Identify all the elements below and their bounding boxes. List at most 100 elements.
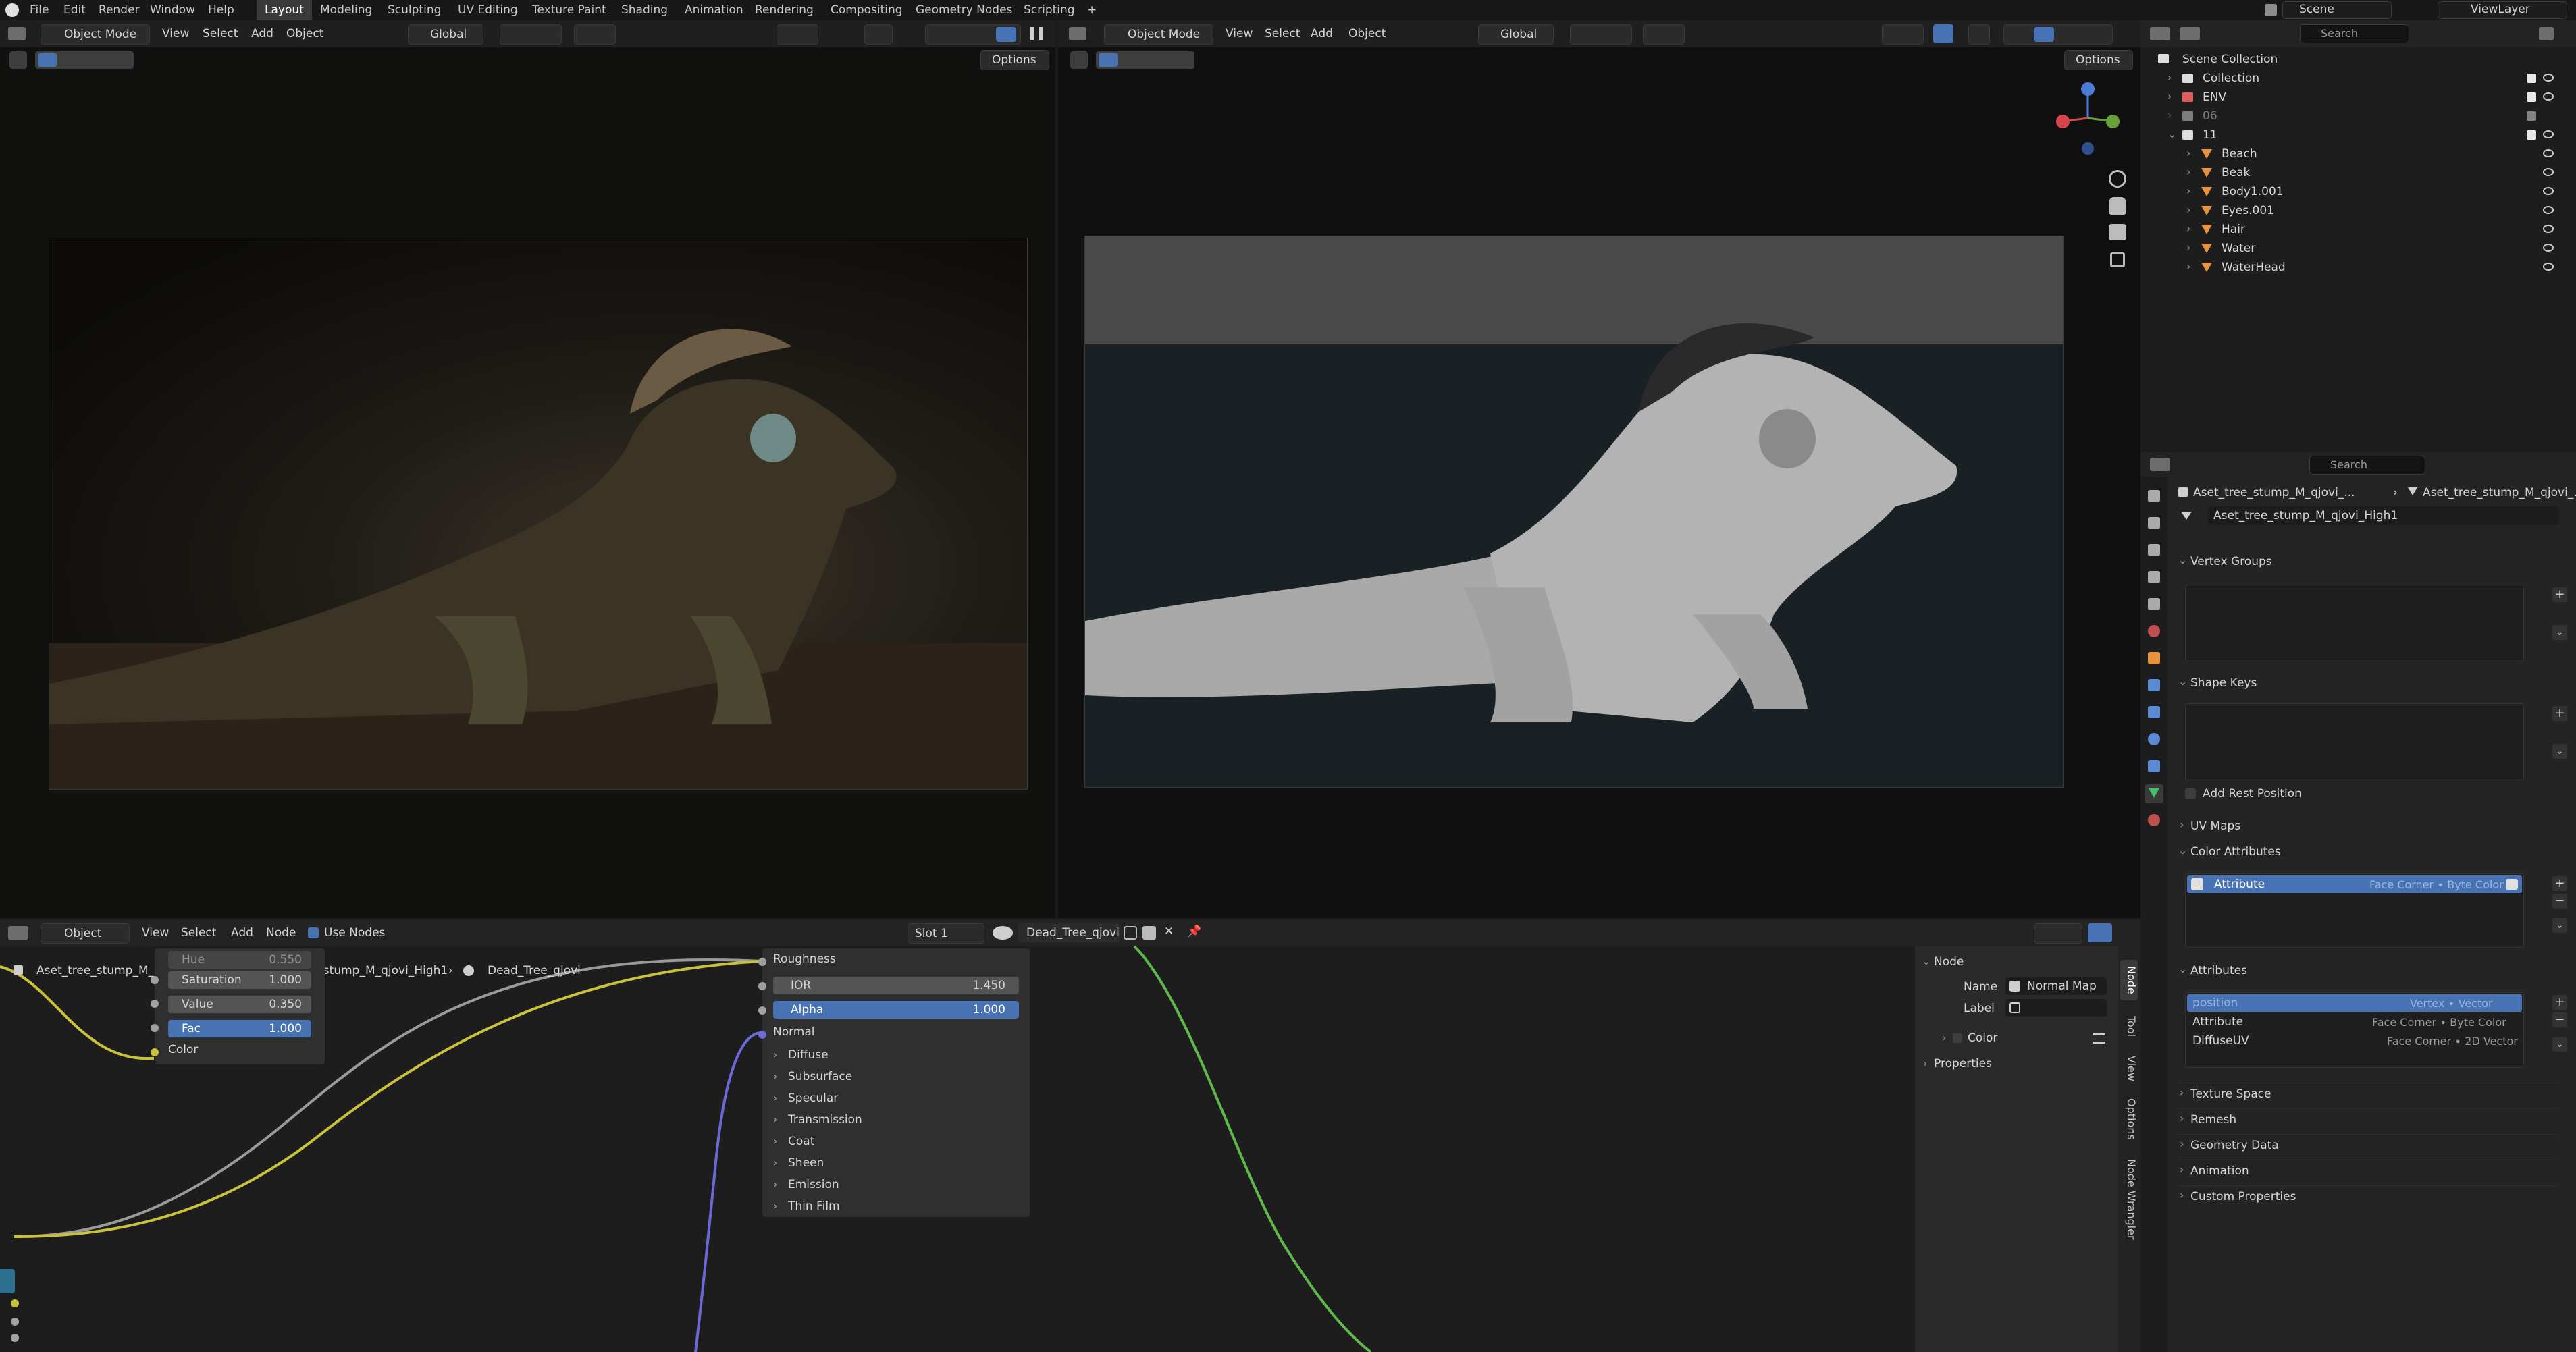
menu-edit[interactable]: Edit (63, 0, 86, 20)
menu-view[interactable]: View (162, 27, 189, 40)
node-color-subpanel[interactable]: › Color (1942, 1029, 2111, 1048)
select-tool-icon[interactable] (9, 51, 27, 69)
panel-specular[interactable]: › Specular (773, 1089, 1016, 1108)
chevron-down-icon[interactable]: ⌄ (2167, 128, 2176, 140)
menu-help[interactable]: Help (208, 0, 234, 20)
workspace-tab-uv-editing[interactable]: UV Editing (458, 0, 518, 20)
value-field[interactable]: Value 0.350 (168, 996, 311, 1013)
checkbox-icon[interactable] (2527, 74, 2536, 83)
sidebar-node-section-header[interactable]: ⌄ Node (1922, 953, 2111, 971)
panel-subsurface[interactable]: › Subsurface (773, 1067, 1016, 1086)
pause-render-icon[interactable] (1030, 27, 1043, 40)
menu-view[interactable]: View (1226, 27, 1253, 40)
color-attribute-menu-icon[interactable]: ⌄ (2552, 918, 2567, 933)
sidebar-tab-node[interactable]: Node (2120, 960, 2138, 1000)
list-icon[interactable] (2093, 1033, 2105, 1044)
offscreen-node-edge[interactable] (0, 1269, 15, 1293)
scene-tab-icon[interactable] (2148, 598, 2160, 610)
panel-vertex-groups-header[interactable]: ⌄ Vertex Groups (2178, 553, 2556, 571)
eye-icon[interactable] (2543, 130, 2554, 138)
panel-sheen[interactable]: › Sheen (773, 1154, 1016, 1172)
output-socket[interactable] (11, 1299, 19, 1307)
vertex-group-add-icon[interactable]: + (2552, 587, 2567, 602)
outliner-row[interactable]: › Body1.001 (2140, 182, 2576, 201)
normal-socket[interactable] (758, 1031, 766, 1039)
chevron-right-icon[interactable]: › (2186, 222, 2190, 235)
outliner-row[interactable]: › Water (2140, 239, 2576, 258)
fac-field[interactable]: Fac 1.000 (168, 1020, 311, 1037)
eye-icon[interactable] (2543, 187, 2554, 195)
editor-type-icon[interactable] (1069, 27, 1086, 40)
menu-object[interactable]: Object (286, 27, 323, 40)
pan-hand-icon[interactable] (2109, 197, 2126, 215)
saturation-field[interactable]: Saturation 1.000 (168, 971, 311, 989)
panel-shape-keys-header[interactable]: ⌄ Shape Keys (2178, 675, 2556, 693)
snap-toggle[interactable] (1570, 24, 1632, 45)
rendered-shading-icon[interactable] (996, 27, 1016, 42)
sidebar-tab-view[interactable]: View (2120, 1052, 2138, 1085)
eye-icon[interactable] (2543, 206, 2554, 214)
outliner-row[interactable]: ⌄ 11 (2140, 126, 2576, 144)
shading-mode-group[interactable] (2003, 24, 2113, 45)
menu-object[interactable]: Object (1348, 27, 1386, 40)
saturation-socket[interactable] (151, 976, 159, 984)
select-mode-group[interactable] (35, 51, 134, 69)
eye-icon[interactable] (2543, 74, 2554, 82)
panel-animation-header[interactable]: › Animation (2178, 1160, 2556, 1181)
chevron-right-icon[interactable]: › (2186, 260, 2190, 273)
visibility-toggle[interactable] (777, 24, 818, 45)
node-editor[interactable]: Object View Select Add Node Use Nodes Sl… (0, 919, 2140, 1352)
outliner-row[interactable]: › Beach (2140, 144, 2576, 163)
tool-tab-icon[interactable] (2148, 490, 2160, 502)
panel-color-attributes-header[interactable]: ⌄ Color Attributes (2178, 844, 2556, 861)
options-button[interactable]: Options (980, 50, 1049, 70)
viewport-left[interactable]: Object Mode View Select Add Object Globa… (0, 20, 1055, 918)
sidebar-tab-node-wrangler[interactable]: Node Wrangler (2120, 1156, 2138, 1243)
panel-geometry-data-header[interactable]: › Geometry Data (2178, 1134, 2556, 1155)
color-checkbox[interactable] (1953, 1033, 1962, 1043)
viewlayer-selector[interactable]: ViewLayer (2438, 1, 2567, 19)
object-tab-icon[interactable] (2148, 652, 2160, 664)
panel-uv-maps-header[interactable]: › UV Maps (2178, 818, 2556, 836)
outliner-row[interactable]: › 06 (2140, 107, 2576, 126)
attribute-remove-icon[interactable]: − (2552, 1012, 2567, 1027)
visibility-toggle[interactable] (1882, 24, 1924, 45)
material-tab-icon[interactable] (2148, 814, 2160, 826)
workspace-tab-modeling[interactable]: Modeling (320, 0, 372, 20)
output-socket[interactable] (11, 1318, 19, 1326)
chevron-right-icon[interactable]: › (2167, 90, 2172, 103)
vertex-groups-list[interactable] (2185, 585, 2524, 661)
outliner-row[interactable]: › Eyes.001 (2140, 201, 2576, 220)
color-attribute-add-icon[interactable]: + (2552, 876, 2567, 891)
panel-thin-film[interactable]: › Thin Film (773, 1197, 1016, 1216)
eye-icon[interactable] (2543, 168, 2554, 176)
gizmo-toggle[interactable] (864, 24, 893, 45)
eye-icon[interactable] (2543, 149, 2554, 157)
panel-custom-properties-header[interactable]: › Custom Properties (2178, 1185, 2556, 1206)
output-tab-icon[interactable] (2148, 544, 2160, 556)
color-attribute-row[interactable]: Attribute Face Corner ∙ Byte Color (2187, 875, 2522, 893)
workspace-tab-animation[interactable]: Animation (685, 0, 743, 20)
panel-transmission[interactable]: › Transmission (773, 1110, 1016, 1129)
attributes-list[interactable]: position Vertex ∙ Vector Attribute Face … (2185, 992, 2524, 1068)
roughness-socket[interactable] (758, 958, 766, 966)
eye-icon[interactable] (2543, 92, 2554, 101)
color-attribute-remove-icon[interactable]: − (2552, 894, 2567, 909)
physics-tab-icon[interactable] (2148, 733, 2160, 745)
panel-emission[interactable]: › Emission (773, 1175, 1016, 1194)
solid-shading-icon[interactable] (2034, 27, 2054, 42)
color-socket[interactable] (151, 1048, 159, 1056)
principled-bsdf-node[interactable]: Roughness IOR 1.450 Alpha 1.000 Normal ›… (758, 948, 1030, 1218)
viewport-right[interactable]: Object Mode View Select Add Object Globa… (1058, 20, 2140, 918)
panel-attributes-header[interactable]: ⌄ Attributes (2178, 963, 2556, 980)
menu-add[interactable]: Add (251, 27, 273, 40)
outliner-editor-type-icon[interactable] (2150, 27, 2170, 40)
eye-icon[interactable] (2543, 225, 2554, 233)
color-attributes-list[interactable]: Attribute Face Corner ∙ Byte Color (2185, 873, 2524, 948)
properties-search-input[interactable]: Search (2309, 456, 2425, 475)
outliner-row[interactable]: › WaterHead (2140, 258, 2576, 277)
camera-view-icon[interactable] (2109, 224, 2126, 240)
blender-logo-icon[interactable] (5, 3, 19, 17)
workspace-tab-geometry-nodes[interactable]: Geometry Nodes (916, 0, 1012, 20)
menu-select[interactable]: Select (203, 27, 238, 40)
